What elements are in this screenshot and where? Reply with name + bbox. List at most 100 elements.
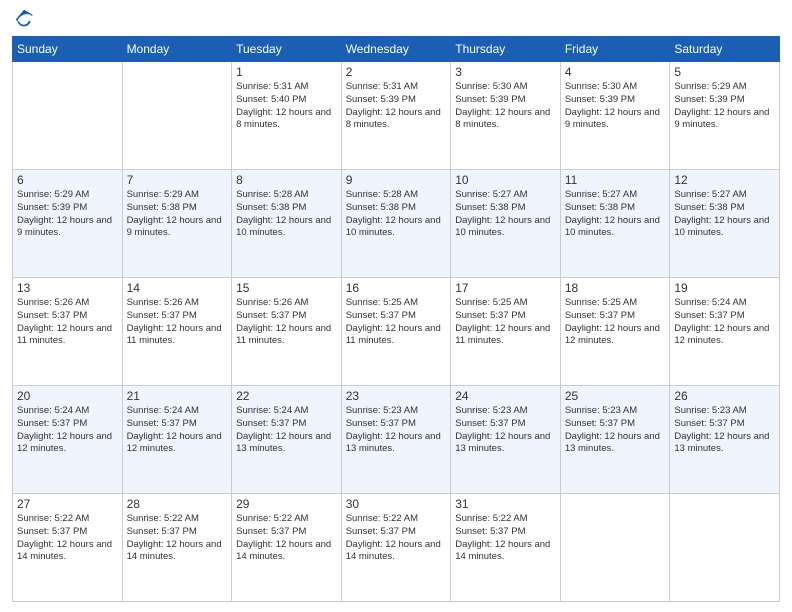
day-info: Sunrise: 5:22 AM Sunset: 5:37 PM Dayligh… [346,513,447,564]
calendar-cell: 29 Sunrise: 5:22 AM Sunset: 5:37 PM Dayli… [232,494,342,602]
day-info: Sunrise: 5:28 AM Sunset: 5:38 PM Dayligh… [346,189,447,240]
day-number: 30 [346,497,447,511]
logo-icon [14,8,34,28]
calendar-week-3: 13 Sunrise: 5:26 AM Sunset: 5:37 PM Dayli… [13,278,780,386]
day-number: 3 [455,65,556,79]
day-number: 19 [674,281,775,295]
day-number: 25 [565,389,666,403]
day-number: 16 [346,281,447,295]
calendar-cell [670,494,780,602]
day-info: Sunrise: 5:24 AM Sunset: 5:37 PM Dayligh… [674,297,775,348]
col-header-monday: Monday [122,37,232,62]
col-header-wednesday: Wednesday [341,37,451,62]
day-info: Sunrise: 5:23 AM Sunset: 5:37 PM Dayligh… [455,405,556,456]
day-number: 14 [127,281,228,295]
day-number: 9 [346,173,447,187]
day-info: Sunrise: 5:27 AM Sunset: 5:38 PM Dayligh… [455,189,556,240]
calendar-cell: 6 Sunrise: 5:29 AM Sunset: 5:39 PM Daylig… [13,170,123,278]
calendar-header-row: SundayMondayTuesdayWednesdayThursdayFrid… [13,37,780,62]
day-info: Sunrise: 5:27 AM Sunset: 5:38 PM Dayligh… [565,189,666,240]
day-info: Sunrise: 5:24 AM Sunset: 5:37 PM Dayligh… [236,405,337,456]
day-number: 17 [455,281,556,295]
day-number: 7 [127,173,228,187]
calendar-cell: 21 Sunrise: 5:24 AM Sunset: 5:37 PM Dayli… [122,386,232,494]
calendar-cell: 30 Sunrise: 5:22 AM Sunset: 5:37 PM Dayli… [341,494,451,602]
day-number: 15 [236,281,337,295]
calendar-cell: 23 Sunrise: 5:23 AM Sunset: 5:37 PM Dayli… [341,386,451,494]
day-info: Sunrise: 5:30 AM Sunset: 5:39 PM Dayligh… [565,81,666,132]
day-number: 12 [674,173,775,187]
day-number: 29 [236,497,337,511]
calendar-cell: 31 Sunrise: 5:22 AM Sunset: 5:37 PM Dayli… [451,494,561,602]
calendar-cell: 3 Sunrise: 5:30 AM Sunset: 5:39 PM Daylig… [451,62,561,170]
day-info: Sunrise: 5:28 AM Sunset: 5:38 PM Dayligh… [236,189,337,240]
day-info: Sunrise: 5:29 AM Sunset: 5:39 PM Dayligh… [17,189,118,240]
day-info: Sunrise: 5:23 AM Sunset: 5:37 PM Dayligh… [346,405,447,456]
calendar-cell: 14 Sunrise: 5:26 AM Sunset: 5:37 PM Dayli… [122,278,232,386]
day-info: Sunrise: 5:31 AM Sunset: 5:39 PM Dayligh… [346,81,447,132]
calendar-cell [13,62,123,170]
calendar-table: SundayMondayTuesdayWednesdayThursdayFrid… [12,36,780,602]
calendar-cell: 4 Sunrise: 5:30 AM Sunset: 5:39 PM Daylig… [560,62,670,170]
day-number: 31 [455,497,556,511]
col-header-saturday: Saturday [670,37,780,62]
day-info: Sunrise: 5:27 AM Sunset: 5:38 PM Dayligh… [674,189,775,240]
calendar-cell [122,62,232,170]
calendar-cell: 27 Sunrise: 5:22 AM Sunset: 5:37 PM Dayli… [13,494,123,602]
day-number: 27 [17,497,118,511]
calendar-cell: 12 Sunrise: 5:27 AM Sunset: 5:38 PM Dayli… [670,170,780,278]
calendar-cell: 10 Sunrise: 5:27 AM Sunset: 5:38 PM Dayli… [451,170,561,278]
day-number: 10 [455,173,556,187]
day-number: 5 [674,65,775,79]
calendar-cell: 7 Sunrise: 5:29 AM Sunset: 5:38 PM Daylig… [122,170,232,278]
calendar-cell: 13 Sunrise: 5:26 AM Sunset: 5:37 PM Dayli… [13,278,123,386]
day-info: Sunrise: 5:24 AM Sunset: 5:37 PM Dayligh… [17,405,118,456]
day-info: Sunrise: 5:24 AM Sunset: 5:37 PM Dayligh… [127,405,228,456]
calendar-cell: 11Sunrise: 5:27 AM Sunset: 5:38 PM Dayli… [560,170,670,278]
day-number: 6 [17,173,118,187]
day-number: 13 [17,281,118,295]
day-info: Sunrise: 5:22 AM Sunset: 5:37 PM Dayligh… [455,513,556,564]
day-info: Sunrise: 5:23 AM Sunset: 5:37 PM Dayligh… [565,405,666,456]
calendar-cell: 19 Sunrise: 5:24 AM Sunset: 5:37 PM Dayli… [670,278,780,386]
day-info: Sunrise: 5:22 AM Sunset: 5:37 PM Dayligh… [127,513,228,564]
calendar-cell: 20 Sunrise: 5:24 AM Sunset: 5:37 PM Dayli… [13,386,123,494]
calendar-cell: 18Sunrise: 5:25 AM Sunset: 5:37 PM Dayli… [560,278,670,386]
calendar-cell [560,494,670,602]
day-info: Sunrise: 5:26 AM Sunset: 5:37 PM Dayligh… [236,297,337,348]
calendar-cell: 28 Sunrise: 5:22 AM Sunset: 5:37 PM Dayli… [122,494,232,602]
calendar-cell: 25 Sunrise: 5:23 AM Sunset: 5:37 PM Dayli… [560,386,670,494]
calendar-cell: 15 Sunrise: 5:26 AM Sunset: 5:37 PM Dayli… [232,278,342,386]
calendar-week-2: 6 Sunrise: 5:29 AM Sunset: 5:39 PM Daylig… [13,170,780,278]
calendar-cell: 16Sunrise: 5:25 AM Sunset: 5:37 PM Dayli… [341,278,451,386]
day-info: Sunrise: 5:25 AM Sunset: 5:37 PM Dayligh… [455,297,556,348]
calendar-cell: 24 Sunrise: 5:23 AM Sunset: 5:37 PM Dayli… [451,386,561,494]
day-info: Sunrise: 5:23 AM Sunset: 5:37 PM Dayligh… [674,405,775,456]
day-info: Sunrise: 5:26 AM Sunset: 5:37 PM Dayligh… [17,297,118,348]
day-number: 21 [127,389,228,403]
day-number: 2 [346,65,447,79]
day-info: Sunrise: 5:30 AM Sunset: 5:39 PM Dayligh… [455,81,556,132]
calendar-cell: 22 Sunrise: 5:24 AM Sunset: 5:37 PM Dayli… [232,386,342,494]
day-number: 24 [455,389,556,403]
header [12,10,780,28]
day-info: Sunrise: 5:22 AM Sunset: 5:37 PM Dayligh… [17,513,118,564]
calendar-week-5: 27 Sunrise: 5:22 AM Sunset: 5:37 PM Dayli… [13,494,780,602]
day-number: 28 [127,497,228,511]
day-number: 20 [17,389,118,403]
col-header-friday: Friday [560,37,670,62]
day-number: 23 [346,389,447,403]
calendar-week-4: 20 Sunrise: 5:24 AM Sunset: 5:37 PM Dayli… [13,386,780,494]
day-info: Sunrise: 5:22 AM Sunset: 5:37 PM Dayligh… [236,513,337,564]
day-number: 8 [236,173,337,187]
day-info: Sunrise: 5:26 AM Sunset: 5:37 PM Dayligh… [127,297,228,348]
logo [12,10,34,28]
day-info: Sunrise: 5:25 AM Sunset: 5:37 PM Dayligh… [565,297,666,348]
calendar-cell: 17 Sunrise: 5:25 AM Sunset: 5:37 PM Dayli… [451,278,561,386]
day-number: 22 [236,389,337,403]
day-info: Sunrise: 5:29 AM Sunset: 5:38 PM Dayligh… [127,189,228,240]
day-info: Sunrise: 5:29 AM Sunset: 5:39 PM Dayligh… [674,81,775,132]
day-number: 4 [565,65,666,79]
calendar-cell: 26Sunrise: 5:23 AM Sunset: 5:37 PM Dayli… [670,386,780,494]
calendar-cell: 8 Sunrise: 5:28 AM Sunset: 5:38 PM Daylig… [232,170,342,278]
